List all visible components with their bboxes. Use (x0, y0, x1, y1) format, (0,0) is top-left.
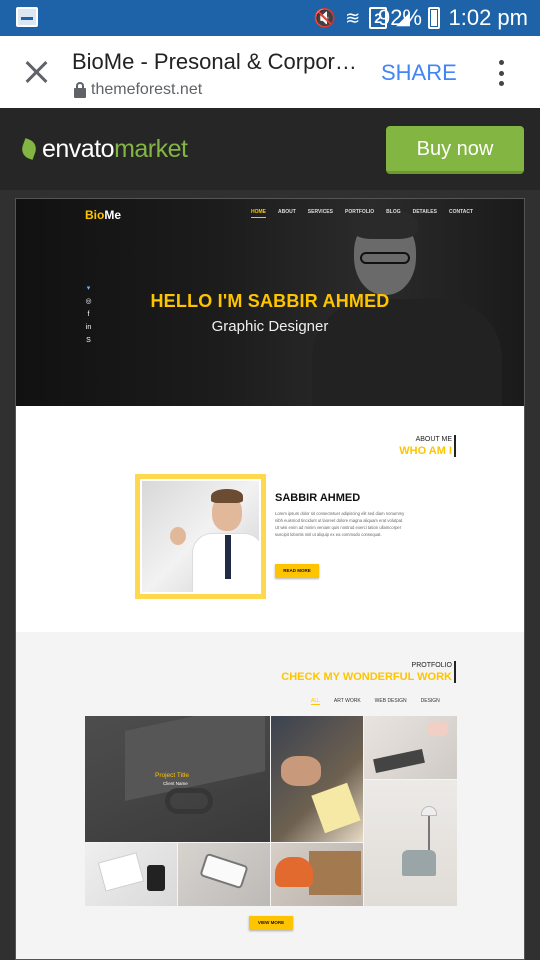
envato-logo[interactable]: envato market (19, 134, 188, 163)
about-heading: WHO AM I (399, 445, 452, 457)
envato-leaf-icon (19, 138, 39, 160)
about-photo (135, 474, 266, 599)
project-title: Project Title (155, 772, 189, 779)
buy-now-button[interactable]: Buy now (386, 126, 524, 174)
nav-portfolio[interactable]: PORTFOLIO (345, 209, 374, 218)
biome-logo[interactable]: BioMe (85, 208, 121, 222)
envato-brand-suffix: market (114, 134, 188, 163)
view-more-button[interactable]: VIEW MORE (249, 916, 293, 930)
nav-contact[interactable]: CONTACT (449, 209, 473, 218)
theme-preview: BioMe HOME ABOUT SERVICES PORTFOLIO BLOG… (15, 198, 525, 960)
read-more-button[interactable]: READ MORE (275, 564, 319, 578)
portfolio-item[interactable] (364, 716, 457, 779)
portfolio-item[interactable] (364, 780, 457, 906)
url-display[interactable]: themeforest.net (74, 81, 202, 99)
wifi-icon: ≋ (345, 8, 361, 28)
hero-title: HELLO I'M SABBIR AHMED (150, 291, 390, 311)
clock: 1:02 pm (448, 5, 529, 30)
browser-toolbar: BioMe - Presonal & Corporate Agency Temp… (0, 36, 540, 108)
portfolio-eyebrow: PROTFOLIO (411, 662, 452, 669)
filter-web-design[interactable]: WEB DESIGN (375, 698, 407, 705)
page-title: BioMe - Presonal & Corporate Agency Temp… (72, 49, 362, 74)
facebook-icon[interactable]: f (85, 311, 92, 318)
nav-detailes[interactable]: DETAILES (413, 209, 437, 218)
hero-section: BioMe HOME ABOUT SERVICES PORTFOLIO BLOG… (16, 199, 524, 406)
close-icon[interactable] (22, 58, 50, 86)
nav-about[interactable]: ABOUT (278, 209, 296, 218)
portfolio-item[interactable] (271, 716, 363, 842)
nav-home[interactable]: HOME (251, 209, 266, 218)
client-name: Client Name (163, 781, 188, 786)
portfolio-item[interactable] (178, 843, 270, 906)
portfolio-section: PROTFOLIO CHECK MY WONDERFUL WORK ALL AR… (16, 632, 524, 959)
battery-percent: 92% (377, 5, 422, 30)
portfolio-item-featured[interactable]: Project Title Client Name (85, 716, 270, 842)
battery-icon (428, 7, 440, 29)
about-bio: Lorem ipsum dolor sit consectetuer adipi… (275, 511, 405, 537)
status-bar: 🔇 ≋ 2 ◢ 92% 1:02 pm (0, 0, 540, 36)
share-button[interactable]: SHARE (381, 60, 457, 86)
skype-icon[interactable]: S (85, 337, 92, 344)
lock-icon (74, 81, 86, 98)
overflow-menu-icon[interactable] (498, 60, 504, 86)
nav-services[interactable]: SERVICES (308, 209, 333, 218)
hero-subtitle: Graphic Designer (211, 318, 329, 335)
portfolio-item[interactable] (271, 843, 363, 906)
envato-brand: envato (42, 134, 115, 163)
heading-divider (454, 661, 456, 683)
preview-nav: HOME ABOUT SERVICES PORTFOLIO BLOG DETAI… (251, 209, 473, 218)
filter-all[interactable]: ALL (311, 698, 320, 705)
portfolio-heading: CHECK MY WONDERFUL WORK (281, 671, 452, 683)
envato-header: envato market Buy now (0, 108, 540, 190)
portfolio-item[interactable] (85, 843, 177, 906)
portfolio-filters: ALL ART WORK WEB DESIGN DESIGN (311, 698, 440, 705)
heading-divider (454, 435, 456, 457)
filter-art-work[interactable]: ART WORK (334, 698, 361, 705)
filter-design[interactable]: DESIGN (421, 698, 440, 705)
mute-icon: 🔇 (313, 8, 337, 28)
portfolio-grid: Project Title Client Name (85, 716, 457, 906)
about-section: ABOUT ME WHO AM I SABBIR AHMED Lorem ips… (16, 406, 524, 632)
about-name: SABBIR AHMED (275, 492, 361, 504)
url-text: themeforest.net (91, 81, 203, 98)
about-eyebrow: ABOUT ME (415, 436, 452, 443)
notification-icon (16, 7, 38, 27)
nav-blog[interactable]: BLOG (386, 209, 400, 218)
